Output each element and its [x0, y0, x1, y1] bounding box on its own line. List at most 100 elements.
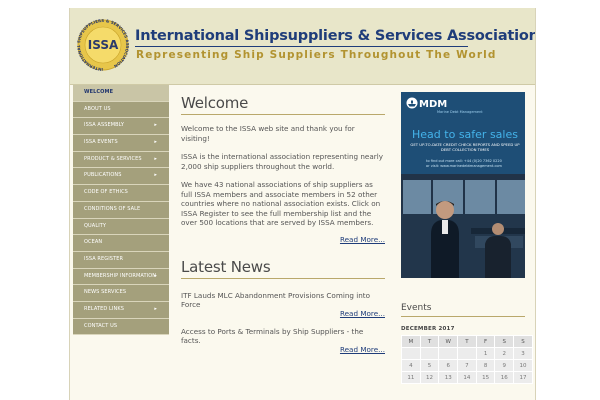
- sidebar-item-label: Welcome: [84, 89, 114, 95]
- calendar-day[interactable]: 2: [494, 347, 515, 360]
- chevron-right-icon: ▸: [154, 155, 157, 162]
- calendar-day[interactable]: 3: [513, 347, 533, 360]
- chevron-right-icon: ▸: [154, 139, 157, 146]
- sidebar-item-ocean[interactable]: Ocean: [73, 235, 169, 252]
- calendar-weekday: M: [401, 335, 421, 348]
- calendar-day[interactable]: 12: [419, 371, 440, 384]
- title-underline: [135, 46, 468, 47]
- ad-brand-sub: Marine Debt Management: [437, 110, 483, 114]
- calendar-weekday: S: [494, 335, 515, 348]
- ad-subline: GET UP-TO-DATE CREDIT CHECK REPORTS AND …: [410, 142, 520, 152]
- news-item-title[interactable]: Access to Ports & Terminals by Ship Supp…: [181, 327, 385, 345]
- latest-news-heading: Latest News: [181, 258, 385, 279]
- site-header: INTERNATIONAL SHIPSUPPLIERS & SERVICES A…: [70, 8, 535, 85]
- calendar-month: DECEMBER 2017: [401, 326, 455, 332]
- calendar-weekday: S: [513, 335, 533, 348]
- calendar-day: [438, 347, 459, 360]
- site-tagline: Representing Ship Suppliers Throughout T…: [136, 49, 497, 61]
- calendar-day[interactable]: 11: [401, 371, 421, 384]
- sidebar-item-label: Conditions of Sale: [84, 205, 141, 212]
- calendar-week-row: 4 5 6 7 8 9 10: [401, 359, 533, 372]
- ship-icon: [406, 97, 418, 109]
- sidebar-item-label: Ocean: [84, 239, 103, 246]
- news-item-title[interactable]: ITF Lauds MLC Abandonment Provisions Com…: [181, 291, 385, 309]
- sidebar-item-label: Product & Services: [84, 155, 142, 162]
- chevron-right-icon: ▸: [154, 272, 157, 279]
- page-container: INTERNATIONAL SHIPSUPPLIERS & SERVICES A…: [69, 8, 536, 400]
- chevron-right-icon: ▸: [154, 172, 157, 179]
- chevron-right-icon: ▸: [154, 122, 157, 129]
- calendar-week-row: 123: [401, 347, 533, 360]
- calendar-weekday: W: [438, 335, 459, 348]
- sidebar-item-label: Membership Information: [84, 272, 157, 279]
- sidebar-item-conditions-of-sale[interactable]: Conditions of Sale: [73, 202, 169, 219]
- sidebar-item-label: Quality: [84, 222, 107, 229]
- events-underline: [401, 316, 525, 317]
- sidebar-item-label: ISSA Register: [84, 255, 124, 262]
- sidebar-item-quality[interactable]: Quality: [73, 219, 169, 236]
- news-read-more-link[interactable]: Read More...: [181, 309, 385, 318]
- ad-contact-web: or visit: www.marinedebtmanagement.com: [426, 163, 502, 168]
- news-read-more-link[interactable]: Read More...: [181, 345, 385, 354]
- welcome-paragraph: ISSA is the international association re…: [181, 152, 383, 171]
- ad-banner-top: MDM Marine Debt Management Head to safer…: [401, 92, 525, 174]
- sidebar-item-news-services[interactable]: News Services: [73, 285, 169, 302]
- ad-brand: MDM: [419, 99, 448, 110]
- calendar-weekday: T: [457, 335, 477, 348]
- calendar-day[interactable]: 16: [494, 371, 515, 384]
- calendar-day: [457, 347, 477, 360]
- calendar-day[interactable]: 1: [475, 347, 496, 360]
- sidebar-item-issa-register[interactable]: ISSA Register: [73, 252, 169, 269]
- calendar-day[interactable]: 10: [513, 359, 533, 372]
- sidebar-item-label: Publications: [84, 172, 122, 179]
- sidebar-item-contact-us[interactable]: Contact Us: [73, 319, 169, 336]
- sidebar-item-label: ISSA Assembly: [84, 122, 125, 129]
- mdm-advertisement[interactable]: MDM Marine Debt Management Head to safer…: [401, 92, 525, 278]
- welcome-paragraph: We have 43 national associations of ship…: [181, 180, 381, 227]
- calendar-day: [419, 347, 440, 360]
- calendar-week-row: 11 12 13 14 15 16 17: [401, 371, 533, 384]
- sidebar-item-code-of-ethics[interactable]: Code of Ethics: [73, 185, 169, 202]
- issa-logo[interactable]: INTERNATIONAL SHIPSUPPLIERS & SERVICES A…: [76, 16, 130, 76]
- ad-contact: to find out more call: +44 (0)20 7362 02…: [405, 159, 523, 168]
- calendar-day: [401, 347, 421, 360]
- calendar-day[interactable]: 14: [457, 371, 477, 384]
- sidebar-item-label: About Us: [84, 105, 111, 112]
- sidebar-item-product-services[interactable]: Product & Services ▸: [73, 152, 169, 169]
- sidebar-item-issa-assembly[interactable]: ISSA Assembly ▸: [73, 118, 169, 136]
- sidebar-item-issa-events[interactable]: ISSA Events ▸: [73, 135, 169, 152]
- sidebar-item-label: Code of Ethics: [84, 189, 128, 196]
- main-content: Welcome Welcome to the ISSA web site and…: [181, 94, 385, 354]
- sidebar-item-label: News Services: [84, 289, 127, 296]
- sidebar-nav: Welcome About Us ISSA Assembly ▸ ISSA Events…: [73, 85, 169, 336]
- sidebar-item-label: ISSA Events: [84, 139, 118, 146]
- calendar-day[interactable]: 9: [494, 359, 515, 372]
- sidebar-item-membership-information[interactable]: Membership Information ▸: [73, 269, 169, 286]
- welcome-paragraph: Welcome to the ISSA web site and thank y…: [181, 124, 355, 143]
- events-calendar: M T W T F S S 1 2 3 4 5 6 7 8 9 10 11 12 13 14 15 16 17: [401, 335, 533, 384]
- calendar-day[interactable]: 13: [438, 371, 459, 384]
- site-title: International Shipsuppliers & Services A…: [135, 28, 536, 44]
- calendar-day[interactable]: 4: [401, 359, 421, 372]
- calendar-day[interactable]: 6: [438, 359, 459, 372]
- chevron-right-icon: ▸: [154, 305, 157, 312]
- sidebar-item-about-us[interactable]: About Us: [73, 102, 169, 119]
- calendar-day[interactable]: 5: [419, 359, 440, 372]
- sidebar-item-related-links[interactable]: Related Links ▸: [73, 302, 169, 319]
- ad-headline: Head to safer sales: [412, 128, 518, 141]
- sidebar-item-label: Related Links: [84, 305, 124, 312]
- sidebar-item-label: Contact Us: [84, 322, 118, 329]
- logo-letters: ISSA: [88, 38, 119, 52]
- calendar-weekday: F: [475, 335, 496, 348]
- calendar-day[interactable]: 8: [475, 359, 496, 372]
- calendar-day[interactable]: 15: [475, 371, 496, 384]
- calendar-weekday: T: [419, 335, 440, 348]
- sidebar-item-publications[interactable]: Publications ▸: [73, 168, 169, 186]
- calendar-day[interactable]: 7: [457, 359, 477, 372]
- events-heading: Events: [401, 303, 432, 313]
- welcome-heading: Welcome: [181, 94, 385, 115]
- sidebar-item-welcome[interactable]: Welcome: [73, 85, 169, 102]
- welcome-read-more-link[interactable]: Read More...: [181, 235, 385, 244]
- calendar-day[interactable]: 17: [513, 371, 533, 384]
- ad-bridge-photo: [401, 174, 525, 278]
